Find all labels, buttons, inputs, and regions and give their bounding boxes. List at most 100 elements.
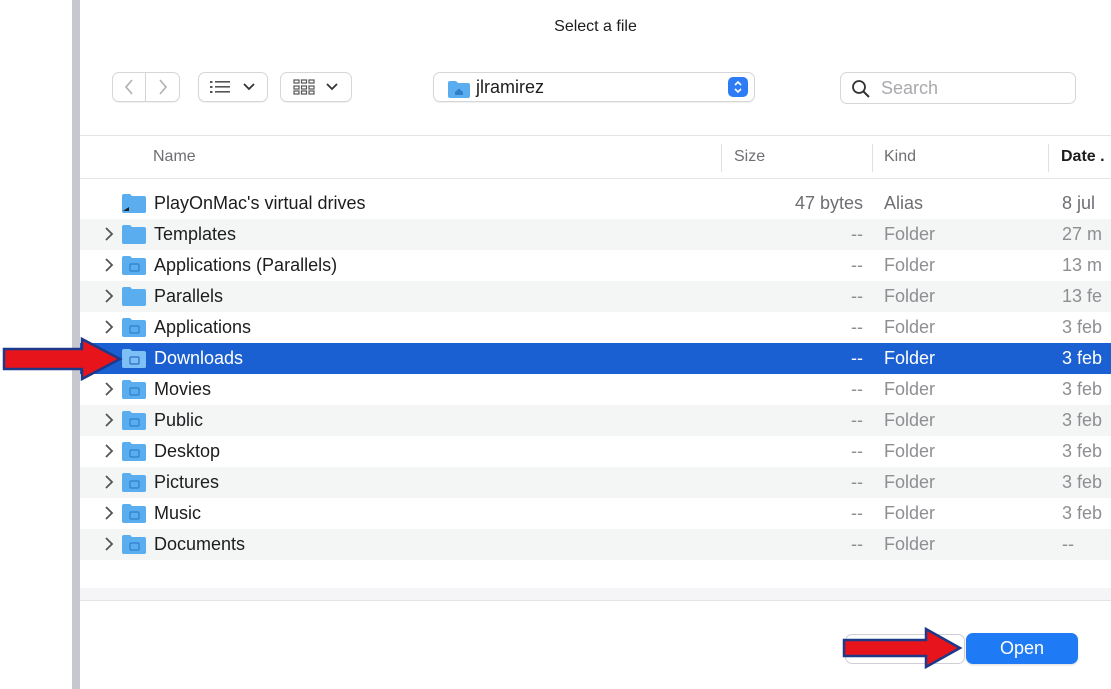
- movies-folder-icon: [122, 380, 146, 399]
- public-folder-icon: [122, 411, 146, 430]
- group-view-button[interactable]: [280, 72, 352, 102]
- disclosure-chevron-icon[interactable]: [102, 380, 116, 398]
- file-size: --: [851, 534, 863, 554]
- file-date: 3 feb: [1062, 503, 1103, 523]
- popup-stepper-icon: [728, 77, 748, 97]
- file-date: --: [1062, 534, 1074, 554]
- annotation-arrow-open: [842, 626, 963, 670]
- column-divider[interactable]: [1048, 144, 1049, 172]
- alias-folder-icon: [122, 194, 146, 213]
- disclosure-chevron-icon[interactable]: [102, 442, 116, 460]
- file-row[interactable]: Pictures -- Folder 3 feb: [80, 467, 1111, 498]
- desktop-folder-icon: [122, 442, 146, 461]
- file-date: 3 feb: [1062, 410, 1103, 430]
- disclosure-chevron-icon[interactable]: [102, 504, 116, 522]
- list-view-button[interactable]: [198, 72, 268, 102]
- location-popup[interactable]: jlramirez: [433, 72, 755, 102]
- disclosure-chevron-icon[interactable]: [102, 287, 116, 305]
- list-view-icon: [210, 81, 230, 93]
- location-label: jlramirez: [476, 77, 545, 97]
- name-column-header[interactable]: Name: [153, 148, 196, 166]
- disclosure-chevron-icon[interactable]: [102, 318, 116, 336]
- chevron-right-icon: [158, 79, 167, 95]
- file-name: Desktop: [154, 441, 221, 461]
- file-size: --: [851, 317, 863, 337]
- file-date: 3 feb: [1062, 317, 1103, 337]
- file-size: --: [851, 286, 863, 306]
- file-kind: Alias: [884, 193, 924, 213]
- disclosure-chevron-icon[interactable]: [102, 411, 116, 429]
- file-row[interactable]: PlayOnMac's virtual drives 47 bytes Alias 8…: [80, 188, 1111, 219]
- back-button[interactable]: [112, 72, 146, 102]
- file-size: --: [851, 255, 863, 275]
- column-header: Name Size Kind Date .: [80, 135, 1111, 179]
- chevron-down-icon: [243, 83, 255, 91]
- file-name: PlayOnMac's virtual drives: [154, 193, 366, 213]
- file-row[interactable]: Public -- Folder 3 feb: [80, 405, 1111, 436]
- toolbar: jlramirez: [80, 70, 1111, 106]
- column-divider[interactable]: [721, 144, 722, 172]
- open-button[interactable]: Open: [966, 633, 1078, 664]
- file-row[interactable]: Templates -- Folder 27 m: [80, 219, 1111, 250]
- file-row[interactable]: Parallels -- Folder 13 fe: [80, 281, 1111, 312]
- applications-folder-icon: [122, 318, 146, 337]
- file-kind: Folder: [884, 441, 936, 461]
- divider: [80, 600, 1111, 601]
- annotation-arrow-downloads: [2, 336, 123, 382]
- file-kind: Folder: [884, 286, 936, 306]
- file-name: Pictures: [154, 472, 220, 492]
- file-size: --: [851, 472, 863, 492]
- file-name: Downloads: [154, 348, 244, 368]
- file-kind: Folder: [884, 255, 936, 275]
- file-row[interactable]: Applications (Parallels) -- Folder 13 m: [80, 250, 1111, 281]
- file-kind: Folder: [884, 410, 936, 430]
- disclosure-chevron-icon[interactable]: [102, 473, 116, 491]
- search-icon: [852, 80, 870, 98]
- search-field[interactable]: [840, 72, 1076, 104]
- pictures-folder-icon: [122, 473, 146, 492]
- file-kind: Folder: [884, 534, 936, 554]
- file-size: --: [851, 224, 863, 244]
- file-date: 3 feb: [1062, 441, 1103, 461]
- file-row[interactable]: Downloads -- Folder 3 feb: [80, 343, 1111, 374]
- column-divider[interactable]: [872, 144, 873, 172]
- file-size: --: [851, 503, 863, 523]
- disclosure-chevron-icon[interactable]: [102, 225, 116, 243]
- size-column-header[interactable]: Size: [734, 148, 765, 166]
- list-footer: [80, 588, 1111, 600]
- file-row[interactable]: Desktop -- Folder 3 feb: [80, 436, 1111, 467]
- file-name: Movies: [154, 379, 212, 399]
- date-column-header[interactable]: Date .: [1061, 148, 1105, 166]
- file-date: 3 feb: [1062, 379, 1103, 399]
- parallels-folder-icon: [122, 256, 146, 275]
- file-row[interactable]: Documents -- Folder --: [80, 529, 1111, 560]
- file-size: --: [851, 379, 863, 399]
- disclosure-chevron-icon[interactable]: [102, 256, 116, 274]
- file-kind: Folder: [884, 224, 936, 244]
- file-name: Applications (Parallels): [154, 255, 338, 275]
- file-date: 8 jul: [1062, 193, 1096, 213]
- file-row[interactable]: Music -- Folder 3 feb: [80, 498, 1111, 529]
- file-row[interactable]: Movies -- Folder 3 feb: [80, 374, 1111, 405]
- file-kind: Folder: [884, 472, 936, 492]
- disclosure-chevron-icon[interactable]: [102, 535, 116, 553]
- file-list: PlayOnMac's virtual drives 47 bytes Alias 8…: [80, 188, 1111, 560]
- folder-icon: [122, 225, 146, 244]
- kind-column-header[interactable]: Kind: [884, 148, 916, 166]
- file-size: --: [851, 441, 863, 461]
- file-date: 13 m: [1062, 255, 1103, 275]
- grid-view-icon: [293, 79, 315, 95]
- dialog-title: Select a file: [554, 18, 637, 35]
- file-name: Public: [154, 410, 204, 430]
- forward-button[interactable]: [146, 72, 180, 102]
- file-date: 3 feb: [1062, 348, 1103, 368]
- chevron-down-icon: [326, 83, 338, 91]
- file-date: 13 fe: [1062, 286, 1103, 306]
- file-kind: Folder: [884, 503, 936, 523]
- file-row[interactable]: Applications -- Folder 3 feb: [80, 312, 1111, 343]
- file-name: Documents: [154, 534, 246, 554]
- file-size: 47 bytes: [794, 193, 863, 213]
- file-kind: Folder: [884, 379, 936, 399]
- home-folder-icon: [448, 81, 470, 98]
- search-input[interactable]: [881, 77, 1066, 99]
